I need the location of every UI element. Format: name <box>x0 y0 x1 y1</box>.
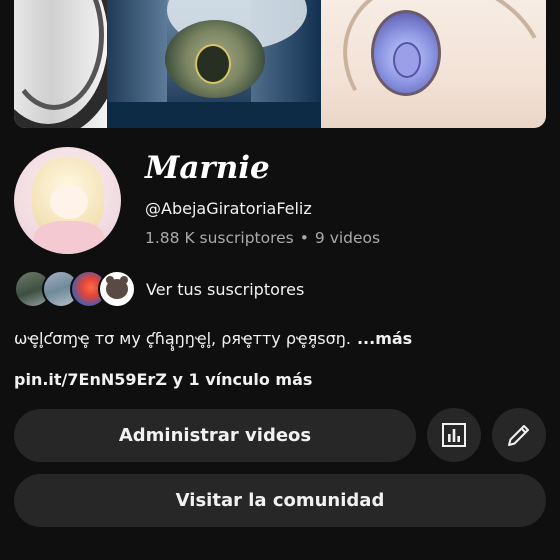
channel-banner <box>14 0 546 128</box>
channel-description[interactable]: ωҽ̥l̥ƈσɱҽ̥ тσ мy ƈ̥ɦą̥ŋŋҽ̥l̥, ρяҽ̥тту ρҽ… <box>14 329 412 348</box>
channel-stats: 1.88 K suscriptores • 9 videos <box>145 229 380 247</box>
banner-panel-center <box>107 0 321 128</box>
edit-channel-button[interactable] <box>492 408 546 462</box>
pencil-icon <box>508 425 529 446</box>
description-text: ωҽ̥l̥ƈσɱҽ̥ тσ мy ƈ̥ɦą̥ŋŋҽ̥l̥, ρяҽ̥тту ρҽ… <box>14 329 351 348</box>
banner-panel-left <box>14 0 122 128</box>
stats-separator: • <box>299 229 309 247</box>
channel-avatar[interactable] <box>14 147 121 254</box>
view-subscribers-link[interactable]: Ver tus suscriptores <box>146 280 304 299</box>
manage-videos-button[interactable]: Administrar videos <box>14 409 416 462</box>
subscriber-avatar <box>98 270 136 308</box>
manage-videos-label: Administrar videos <box>118 425 312 446</box>
description-more[interactable]: ...más <box>357 329 412 348</box>
channel-name: Marnie <box>145 150 270 186</box>
analytics-icon <box>442 423 466 447</box>
visit-community-label: Visitar la comunidad <box>175 490 385 511</box>
channel-links[interactable]: pin.it/7EnN59ErZ y 1 vínculo más <box>14 370 312 389</box>
channel-handle: @AbejaGiratoriaFeliz <box>145 199 312 218</box>
subscriber-count: 1.88 K suscriptores <box>145 229 294 247</box>
visit-community-button[interactable]: Visitar la comunidad <box>14 474 546 527</box>
subscribers-preview[interactable] <box>14 270 136 308</box>
analytics-button[interactable] <box>427 408 481 462</box>
video-count: 9 videos <box>314 229 381 247</box>
banner-panel-right <box>321 0 546 128</box>
